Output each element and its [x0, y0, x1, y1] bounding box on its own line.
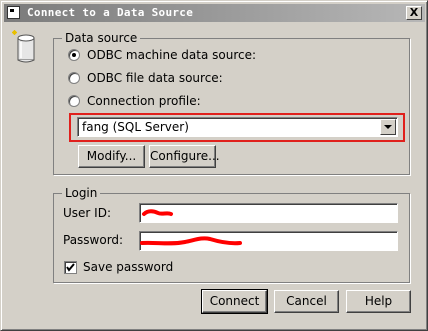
password-redaction [140, 236, 242, 246]
check-icon [66, 263, 75, 272]
radio-connection-profile-label: Connection profile: [87, 94, 201, 108]
password-label: Password: [63, 233, 124, 247]
user-id-field[interactable] [139, 203, 398, 223]
user-id-label: User ID: [63, 206, 111, 220]
password-field[interactable] [139, 231, 398, 251]
save-password-checkbox[interactable] [64, 261, 77, 274]
data-source-legend: Data source [62, 31, 141, 45]
radio-connection-profile-button[interactable] [68, 95, 80, 107]
modify-button[interactable]: Modify... [78, 145, 145, 168]
radio-odbc-machine-label: ODBC machine data source: [87, 48, 257, 62]
window-title: Connect to a Data Source [27, 6, 194, 19]
help-button[interactable]: Help [346, 290, 411, 313]
cancel-button[interactable]: Cancel [274, 290, 339, 313]
radio-odbc-machine-button[interactable] [68, 49, 80, 61]
radio-odbc-file-label: ODBC file data source: [87, 71, 223, 85]
data-source-select-value: fang (SQL Server) [82, 120, 189, 134]
radio-odbc-file[interactable]: ODBC file data source: [68, 70, 223, 86]
radio-connection-profile[interactable]: Connection profile: [68, 93, 201, 109]
radio-odbc-file-button[interactable] [68, 72, 80, 84]
connect-button[interactable]: Connect [201, 289, 268, 314]
database-icon [12, 30, 35, 63]
radio-odbc-machine[interactable]: ODBC machine data source: [68, 47, 256, 63]
app-icon [7, 6, 20, 19]
user-id-redaction [142, 209, 173, 216]
save-password-label: Save password [83, 260, 174, 274]
chevron-down-icon[interactable] [380, 119, 396, 135]
title-bar[interactable]: Connect to a Data Source X [4, 4, 425, 22]
login-legend: Login [62, 186, 101, 200]
configure-button[interactable]: Configure... [149, 145, 220, 168]
close-button[interactable]: X [406, 6, 422, 20]
data-source-select[interactable]: fang (SQL Server) [77, 117, 398, 137]
connect-dialog: Connect to a Data Source X Data source O… [0, 0, 428, 331]
